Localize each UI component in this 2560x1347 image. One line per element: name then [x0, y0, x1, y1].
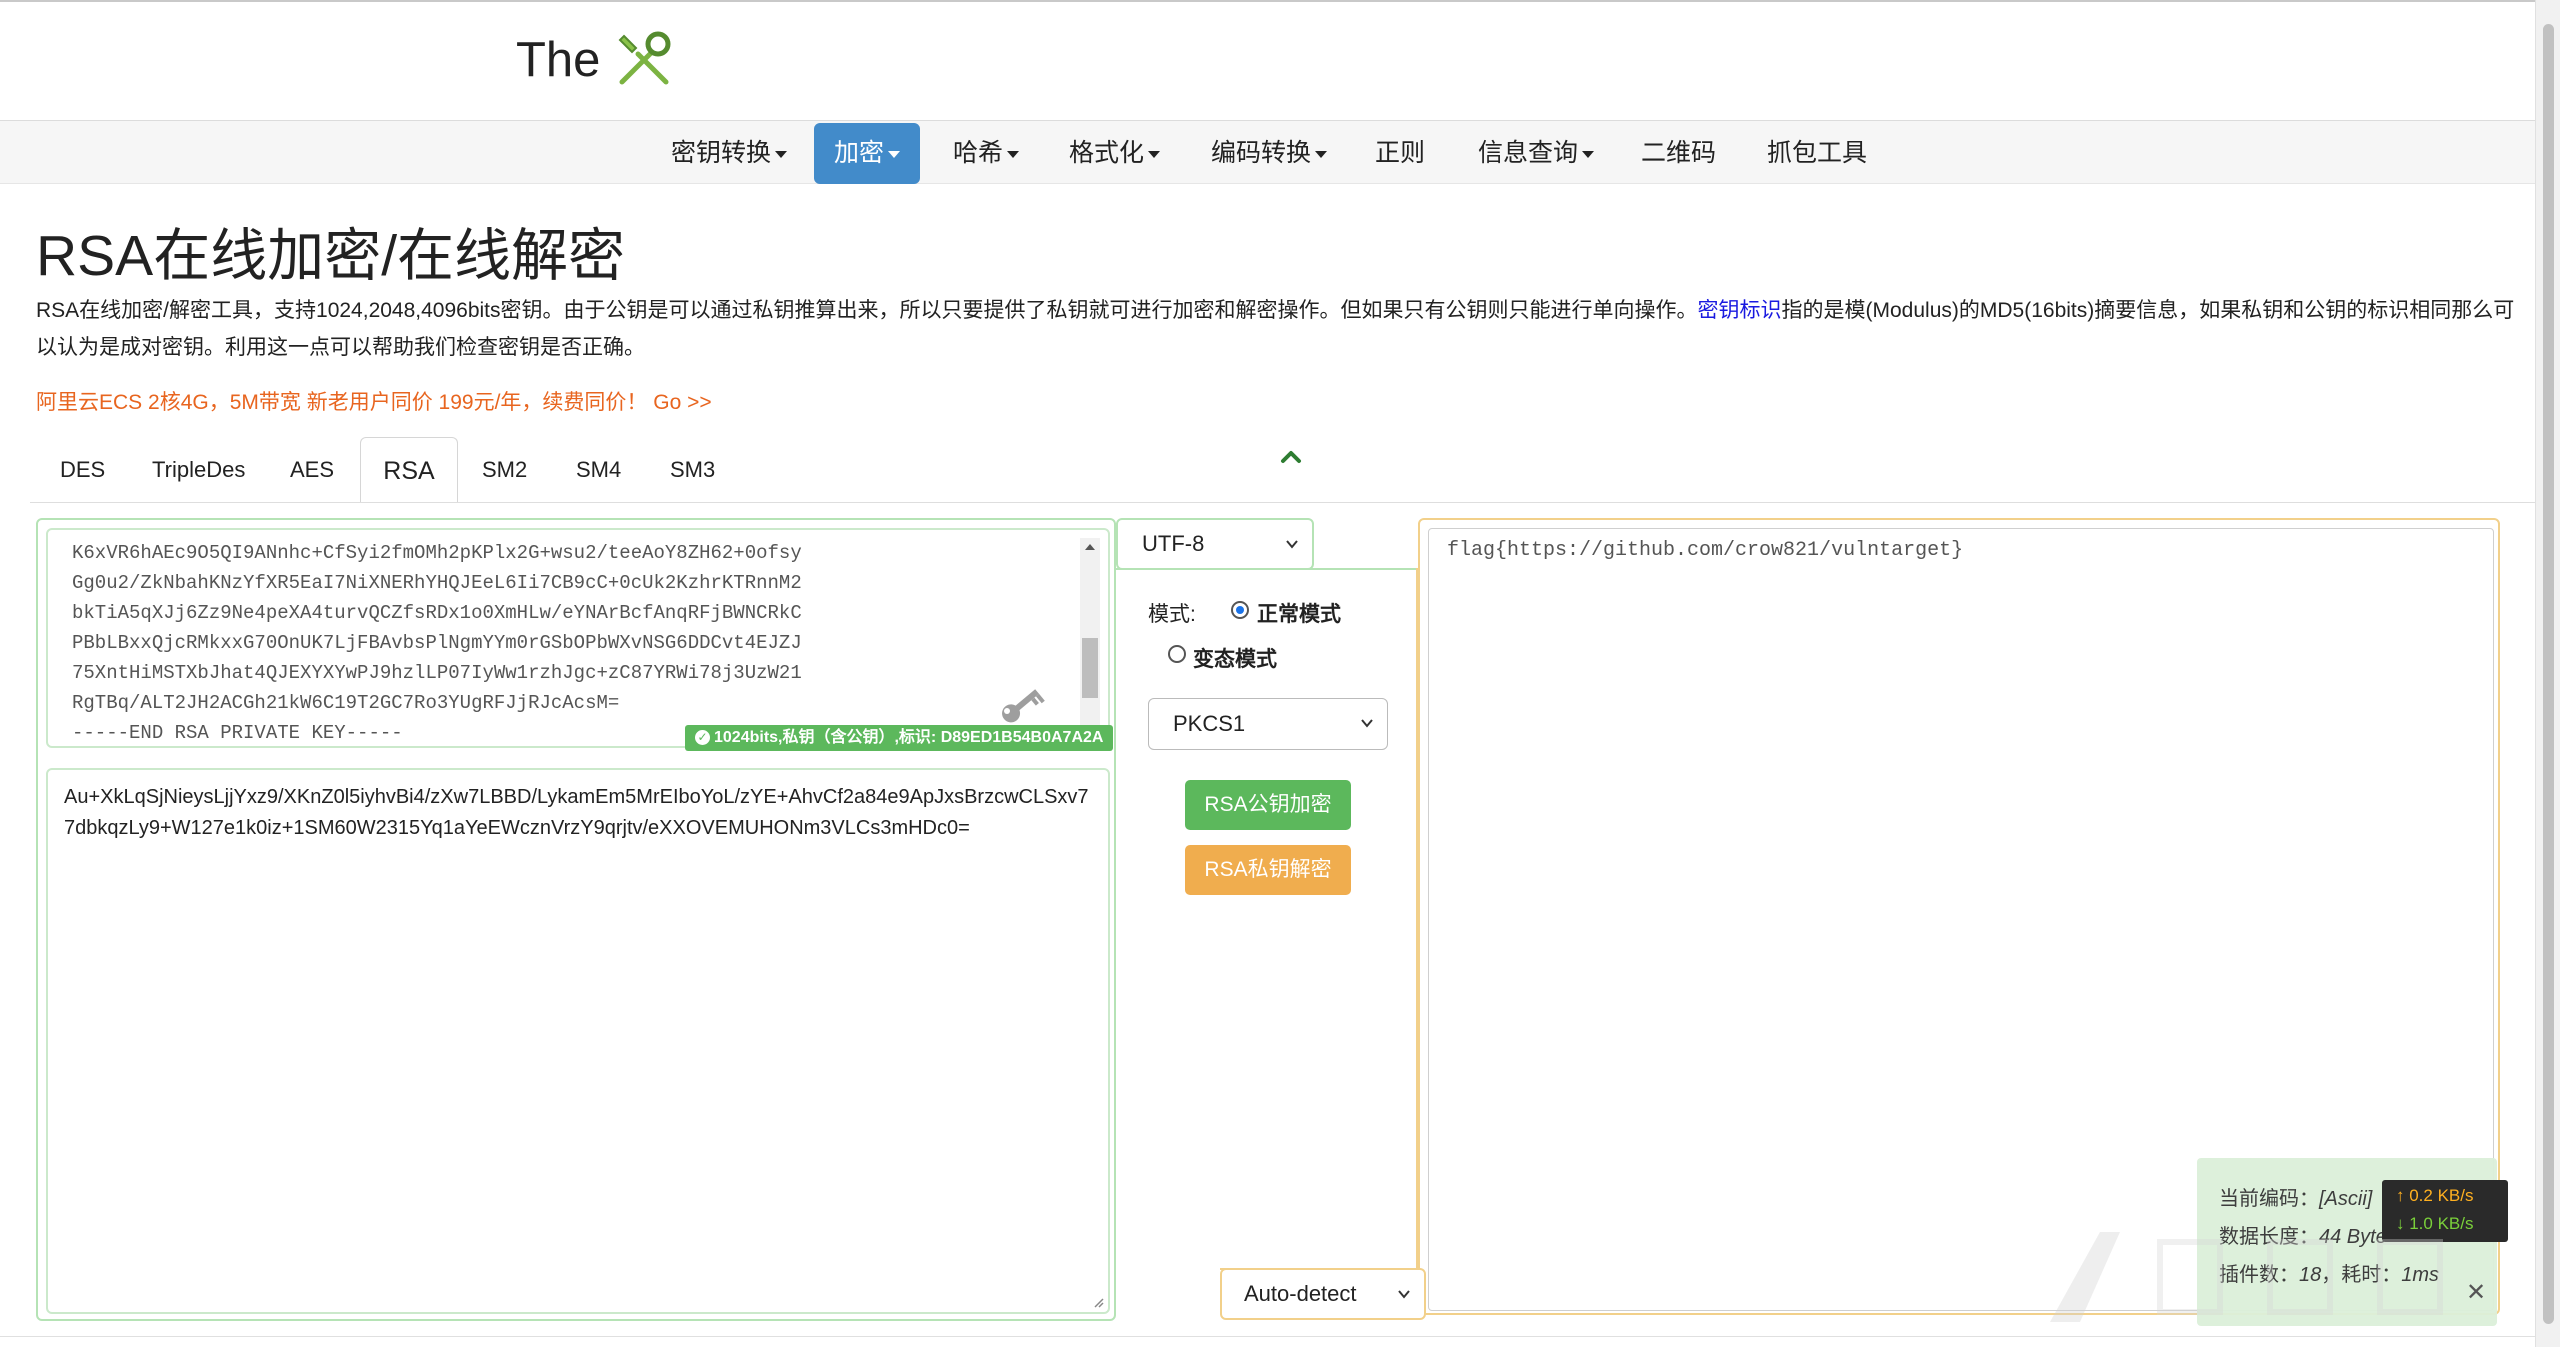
- nav-item-key-convert[interactable]: 密钥转换: [671, 123, 788, 183]
- ciphertext-value: Au+XkLqSjNieysLjjYxz9/XKnZ0l5iyhvBi4/zXw…: [64, 786, 1089, 839]
- logo-text: The: [516, 33, 601, 87]
- page-scrollbar[interactable]: [2535, 0, 2560, 1347]
- key-scrollbar[interactable]: [1080, 538, 1100, 738]
- nav-item-encrypt[interactable]: 加密: [814, 123, 921, 184]
- caret-down-icon: [1315, 150, 1328, 158]
- tab-des[interactable]: DES: [60, 437, 105, 503]
- tab-sm4[interactable]: SM4: [576, 437, 621, 503]
- key-icon: [1002, 689, 1045, 723]
- panel-connector-line: [1114, 568, 1419, 570]
- tabs-divider: [30, 502, 2535, 503]
- main-navbar: 密钥转换 加密 哈希 格式化 编码转换 正则 信息查询 二维码 抓包工具: [0, 120, 2535, 184]
- tab-rsa[interactable]: RSA: [360, 437, 458, 503]
- auto-detect-select[interactable]: Auto-detect: [1220, 1268, 1426, 1320]
- scroll-up-arrow-icon[interactable]: [1085, 544, 1095, 550]
- page-scroll-thumb[interactable]: [2543, 24, 2554, 1324]
- padding-select[interactable]: PKCS1: [1148, 698, 1388, 750]
- rsa-key-textarea[interactable]: K6xVR6hAEc9O5QI9ANnhc+CfSyi2fmOMh2pKPlx2…: [46, 528, 1110, 748]
- chevron-down-icon: [1398, 1290, 1410, 1299]
- tools-icon: [619, 31, 671, 85]
- page-bottom-border: [0, 1336, 2535, 1337]
- window-top-border: [0, 0, 2535, 2]
- key-info-badge: ✓ 1024bits,私钥（含公钥）,标识: D89ED1B54B0A7A2A: [685, 725, 1114, 751]
- key-scroll-thumb[interactable]: [1082, 638, 1098, 698]
- caret-down-icon: [888, 150, 901, 158]
- caret-down-icon: [1007, 150, 1020, 158]
- key-id-link[interactable]: 密钥标识: [1698, 299, 1782, 322]
- resize-handle-icon[interactable]: [1092, 1296, 1104, 1308]
- mode-variant-radio[interactable]: [1168, 645, 1186, 663]
- nav-item-info-query[interactable]: 信息查询: [1478, 123, 1595, 183]
- tab-sm2[interactable]: SM2: [482, 437, 527, 503]
- rsa-private-decrypt-button[interactable]: RSA私钥解密: [1185, 845, 1351, 895]
- collapse-up-icon[interactable]: [1280, 446, 1302, 468]
- mode-normal-radio[interactable]: [1231, 601, 1249, 619]
- chevron-down-icon: [1286, 540, 1298, 549]
- chevron-down-icon: [1361, 719, 1373, 728]
- promo-link[interactable]: 阿里云ECS 2核4G，5M带宽 新老用户同价 199元/年，续费同价！ Go …: [36, 386, 712, 416]
- mode-label: 模式:: [1148, 603, 1196, 626]
- rsa-public-encrypt-button[interactable]: RSA公钥加密: [1185, 780, 1351, 830]
- nav-item-capture-tools[interactable]: 抓包工具: [1767, 123, 1867, 183]
- site-logo[interactable]: The: [516, 30, 676, 90]
- caret-down-icon: [1148, 150, 1161, 158]
- page-description: RSA在线加密/解密工具，支持1024,2048,4096bits密钥。由于公钥…: [36, 299, 2515, 359]
- tab-aes[interactable]: AES: [290, 437, 334, 503]
- nav-item-encoding[interactable]: 编码转换: [1211, 123, 1328, 183]
- nav-item-regex[interactable]: 正则: [1375, 123, 1425, 183]
- status-encoding: 当前编码：[Ascii]: [2219, 1188, 2373, 1210]
- nav-item-format[interactable]: 格式化: [1069, 123, 1161, 183]
- caret-down-icon: [1582, 150, 1595, 158]
- check-circle-icon: ✓: [695, 730, 710, 746]
- nav-item-qrcode[interactable]: 二维码: [1641, 123, 1716, 183]
- rsa-key-text: K6xVR6hAEc9O5QI9ANnhc+CfSyi2fmOMh2pKPlx2…: [72, 542, 802, 738]
- watermark-logo: [2050, 1232, 2443, 1322]
- charset-select[interactable]: UTF-8: [1116, 518, 1314, 570]
- nav-item-hash[interactable]: 哈希: [953, 123, 1020, 183]
- mode-normal-label[interactable]: 正常模式: [1257, 598, 1341, 628]
- upload-speed: ↑ 0.2 KB/s: [2396, 1186, 2474, 1205]
- plaintext-value: flag{https://github.com/crow821/vulntarg…: [1447, 539, 1964, 562]
- tab-tripledes[interactable]: TripleDes: [152, 437, 245, 503]
- caret-down-icon: [775, 150, 788, 158]
- tab-sm3[interactable]: SM3: [670, 437, 715, 503]
- page-title: RSA在线加密/在线解密: [36, 224, 626, 288]
- mode-variant-label[interactable]: 变态模式: [1193, 643, 1277, 673]
- ciphertext-textarea[interactable]: Au+XkLqSjNieysLjjYxz9/XKnZ0l5iyhvBi4/zXw…: [46, 768, 1110, 1314]
